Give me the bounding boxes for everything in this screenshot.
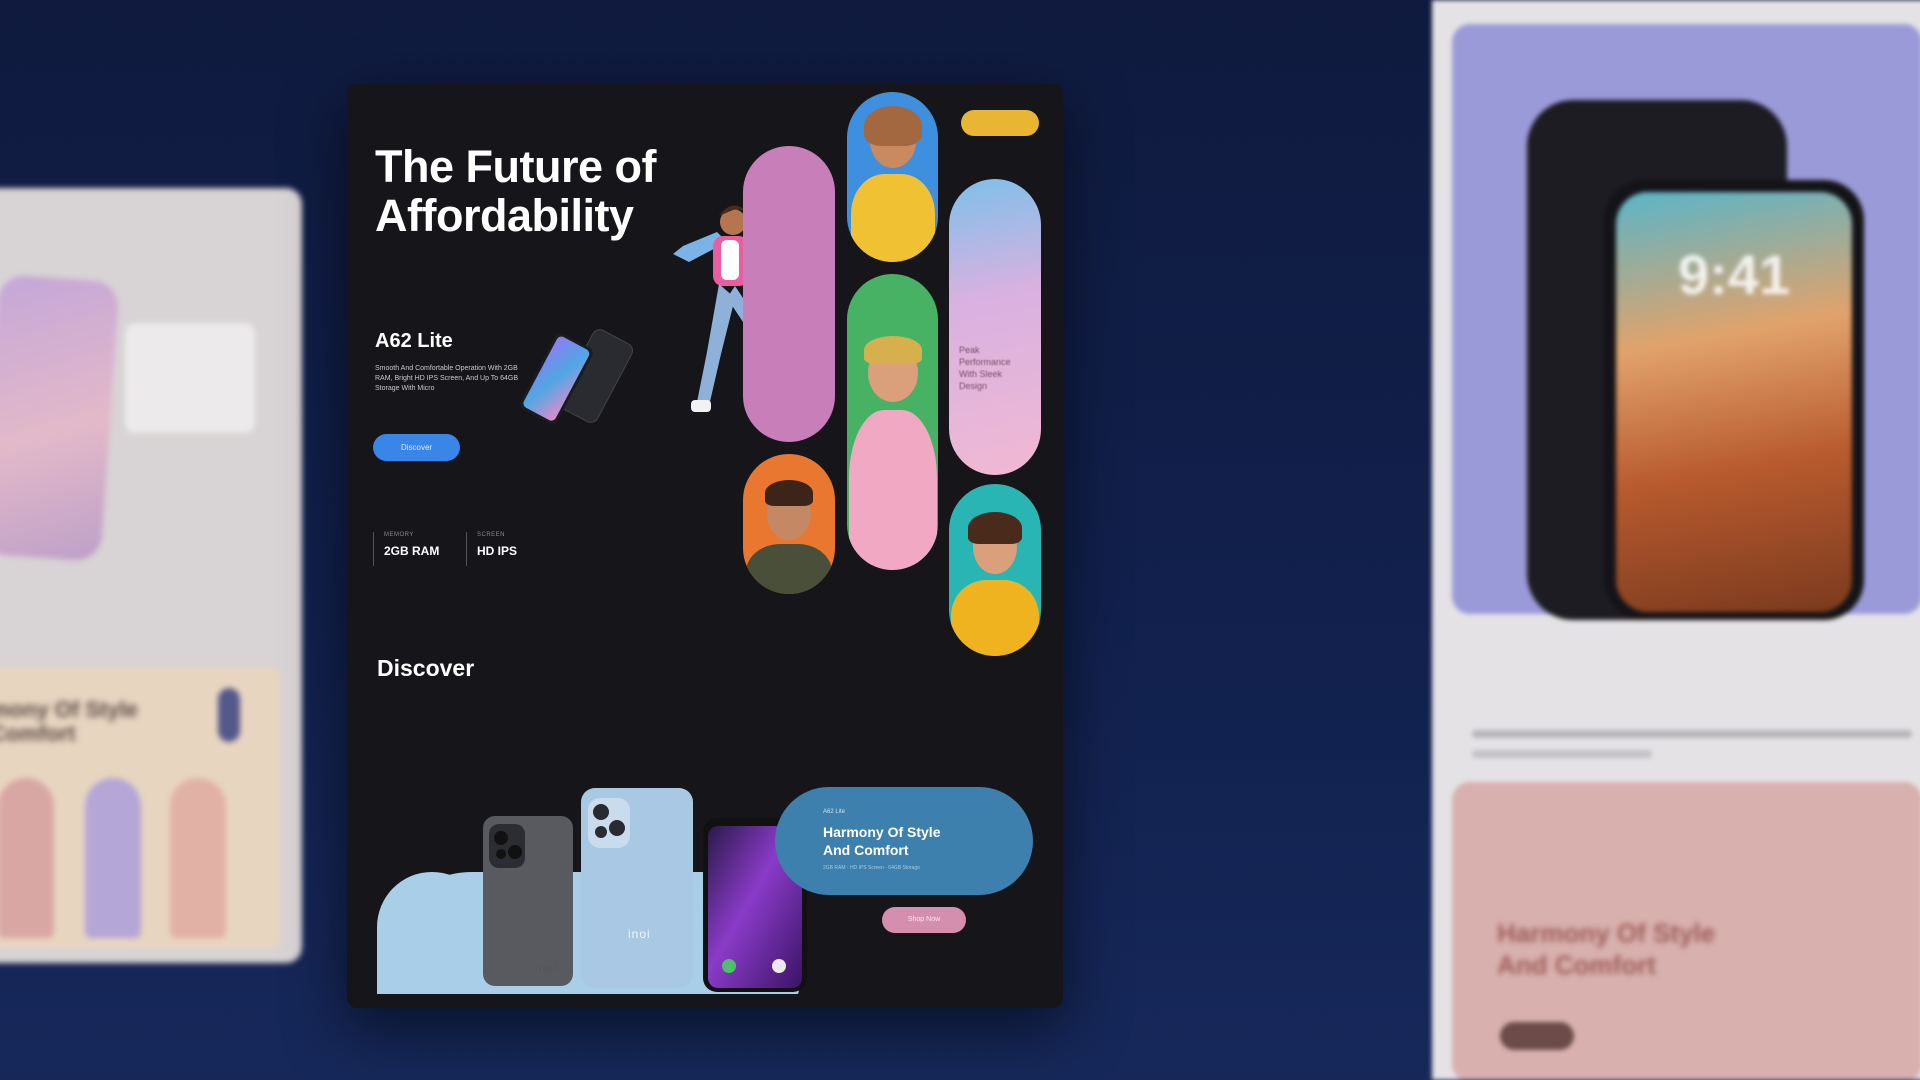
blurred-phone-image	[0, 274, 120, 562]
lockscreen-clock: 9:41	[1678, 243, 1791, 306]
blurred-phone-screen: 9:41	[1616, 192, 1852, 612]
orange-bg-man-photo	[743, 454, 835, 594]
product-phones-image	[520, 329, 634, 424]
blurred-person	[85, 778, 141, 938]
harmony-title: Harmony Of Style And Comfort	[823, 823, 940, 859]
right-mock-heading-line1: Harmony Of Style	[1497, 918, 1716, 948]
harmony-subtext: 2GB RAM · HD IPS Screen · 64GB Storage	[823, 865, 920, 871]
spec-memory: MEMORY 2GB RAM	[373, 532, 439, 566]
hero-title: The Future of Affordability	[375, 142, 656, 240]
harmony-title-line1: Harmony Of Style	[823, 824, 941, 840]
blurred-text-line	[1472, 750, 1652, 758]
discover-phones-image	[377, 788, 807, 994]
side-pill-text: With Sleek	[959, 369, 1003, 379]
blurred-harmony-panel: Harmony Of Style And Comfort	[1452, 782, 1920, 1080]
blurred-button	[1500, 1022, 1574, 1050]
top-right-yellow-button[interactable]	[961, 110, 1039, 136]
lavender-pill-photo	[743, 146, 835, 442]
spec-screen: SCREEN HD IPS	[466, 532, 517, 566]
shop-now-button[interactable]: Shop Now	[882, 907, 966, 933]
yellow-shirt-woman-photo	[847, 92, 938, 262]
pink-hoodie-man-photo	[847, 274, 938, 570]
left-blurred-mockup: mony Of Style Comfort	[0, 188, 302, 963]
landing-page-card: The Future of Affordability A62 Lite Smo…	[347, 84, 1063, 1008]
blurred-info-card	[125, 323, 255, 433]
right-blurred-mockup: 9:41 Harmony Of Style And Comfort	[1432, 0, 1920, 1080]
phone-brand-logo: inoi	[535, 961, 558, 975]
blurred-pagination	[218, 688, 240, 742]
harmony-tag: A62 Lite	[823, 809, 846, 815]
side-pill-text: Design	[959, 381, 988, 391]
teal-bg-woman-photo	[949, 484, 1041, 656]
left-mock-heading-line1: mony Of Style	[0, 697, 138, 722]
phone-brand-logo: inoi	[628, 927, 651, 941]
spec-value: HD IPS	[477, 544, 518, 558]
blurred-person	[0, 778, 54, 938]
left-mock-heading-line2: Comfort	[0, 721, 76, 746]
discover-button[interactable]: Discover	[373, 434, 460, 461]
harmony-callout: A62 Lite Harmony Of Style And Comfort 2G…	[775, 787, 1033, 895]
hero-title-line1: The Future of	[375, 141, 656, 192]
side-pill-text: Performance	[959, 357, 1011, 367]
blurred-person	[170, 778, 226, 938]
right-mock-heading-line2: And Comfort	[1497, 950, 1656, 980]
side-pill-text: Peak	[959, 345, 980, 355]
blurred-text-line	[1472, 730, 1912, 738]
harmony-title-line2: And Comfort	[823, 842, 909, 858]
spec-label: MEMORY	[384, 532, 414, 538]
spec-label: SCREEN	[477, 532, 506, 538]
discover-heading: Discover	[377, 655, 475, 681]
product-name: A62 Lite	[375, 330, 453, 352]
side-feature-pill: Peak Performance With Sleek Design	[949, 179, 1041, 475]
hero-title-line2: Affordability	[375, 190, 634, 241]
spec-value: 2GB RAM	[384, 544, 440, 558]
